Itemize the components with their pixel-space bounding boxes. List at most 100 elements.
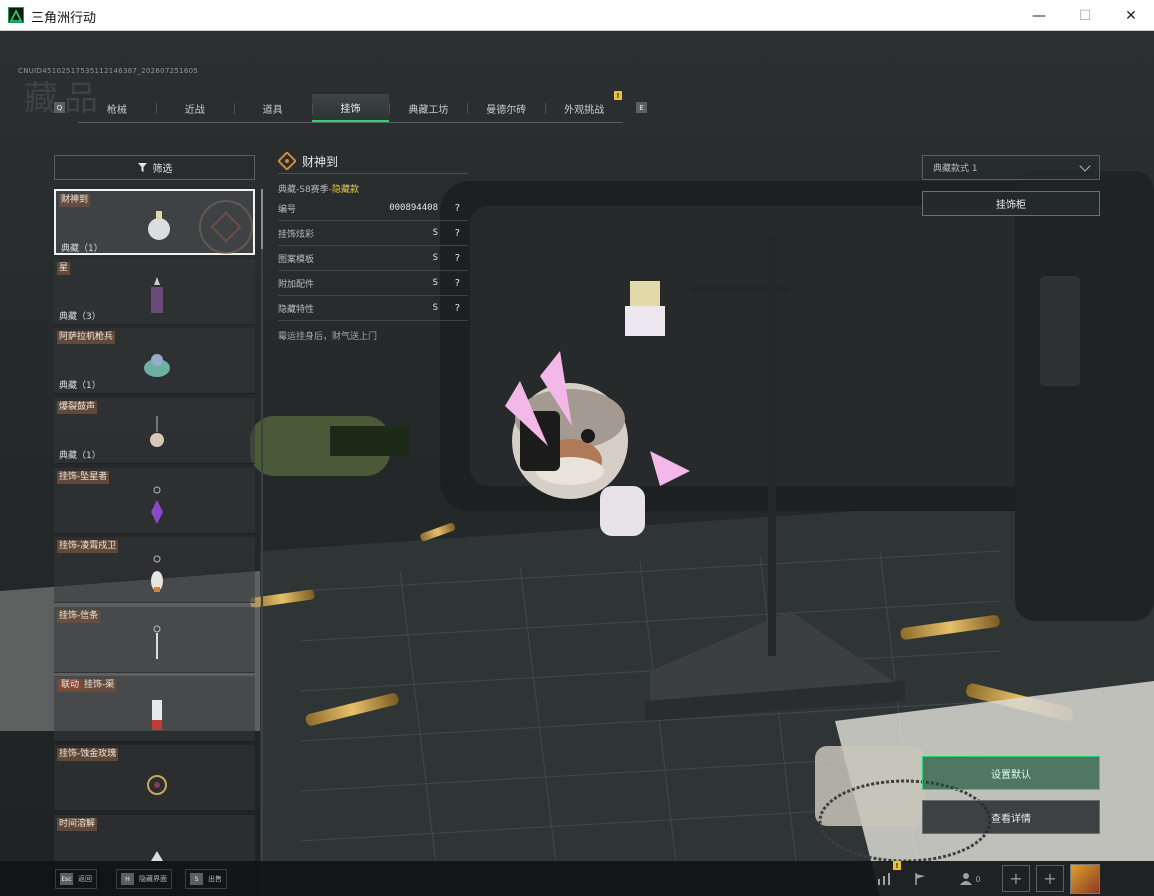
list-scrollbar[interactable]: [261, 189, 263, 866]
subtitle-prefix: 典藏-S8赛季-: [278, 185, 332, 195]
item-name: 财神到: [59, 194, 91, 207]
row-value: S: [432, 303, 438, 313]
item-name: 挂饰-凌霄戍卫: [57, 540, 119, 553]
row-value: S: [432, 228, 438, 238]
prev-tab-key[interactable]: Q: [54, 102, 65, 113]
tab-workshop[interactable]: 典藏工坊: [389, 94, 467, 122]
tab-label: 曼德尔砖: [486, 104, 527, 116]
item-count: 典藏（3）: [59, 312, 101, 322]
stats-icon[interactable]: [874, 870, 894, 888]
avatar[interactable]: [1070, 864, 1100, 894]
item-name: 阿萨拉机枪兵: [57, 331, 116, 344]
charm-thumbnail: [151, 486, 163, 524]
item-count: 典藏（1）: [59, 381, 101, 391]
charm-thumbnail: [147, 775, 167, 795]
item-count: 典藏（1）: [61, 244, 103, 254]
set-default-button[interactable]: 设置默认: [922, 756, 1100, 790]
list-item[interactable]: 爆裂鼓声 典藏（1）: [54, 398, 255, 464]
detail-row-serial: 编号 000894408?: [278, 196, 468, 221]
detail-row-pattern: 图案模板 S?: [278, 246, 468, 271]
tab-label: 近战: [184, 104, 205, 116]
tab-mandel-brick[interactable]: 曼德尔砖: [467, 94, 545, 122]
help-icon[interactable]: ?: [455, 228, 460, 239]
minimize-icon: —: [1032, 7, 1046, 24]
tab-guns[interactable]: 枪械: [78, 94, 156, 122]
item-count: 典藏（1）: [59, 451, 101, 461]
charm-diamond-icon: [278, 152, 296, 170]
filter-button[interactable]: 筛选: [54, 155, 255, 180]
collab-tag: 联动: [59, 680, 82, 690]
team-slot-add-button[interactable]: +: [1036, 865, 1064, 892]
item-name: 联动 挂饰-渠: [57, 679, 117, 692]
sell-hint[interactable]: S 出售: [185, 869, 227, 889]
list-item[interactable]: 挂饰-凌霄戍卫: [54, 537, 255, 603]
close-button[interactable]: ✕: [1108, 0, 1154, 31]
maximize-icon: ☐: [1078, 7, 1092, 24]
detail-row-attachment: 附加配件 S?: [278, 271, 468, 296]
list-item[interactable]: 星 典藏（3）: [54, 259, 255, 325]
list-item[interactable]: 阿萨拉机枪兵 典藏（1）: [54, 328, 255, 394]
team-slot-add-button[interactable]: +: [1002, 865, 1030, 892]
help-icon[interactable]: ?: [455, 203, 460, 214]
window-title: 三角洲行动: [31, 11, 97, 26]
charm-thumbnail: [144, 354, 170, 377]
bottom-bar: Esc 返回 H 隐藏界面 S 出售 ! 0 + +: [0, 861, 1154, 896]
charm-thumbnail: [151, 277, 163, 313]
app-logo-icon: [8, 7, 24, 23]
hide-ui-hint[interactable]: H 隐藏界面: [116, 869, 172, 889]
hint-label: 返回: [78, 875, 92, 883]
s-key: S: [190, 873, 203, 885]
help-icon[interactable]: ?: [455, 253, 460, 264]
tab-label: 外观挑战: [564, 104, 605, 116]
friends-icon[interactable]: 0: [955, 870, 985, 888]
chevron-down-icon: [1079, 160, 1091, 172]
list-item[interactable]: 挂饰-蚀金玫瑰: [54, 745, 255, 811]
list-item[interactable]: 联动 挂饰-渠: [54, 676, 255, 742]
next-tab-key[interactable]: E: [636, 102, 647, 113]
tab-label: 枪械: [106, 104, 127, 116]
charm-cabinet-button[interactable]: 挂饰柜: [922, 191, 1100, 216]
esc-key: Esc: [60, 873, 73, 885]
challenge-notice-badge: !: [614, 91, 622, 100]
rarity-label: 隐藏款: [331, 185, 359, 195]
filter-icon: [137, 163, 147, 172]
hint-label: 出售: [208, 875, 222, 883]
tab-charms[interactable]: 挂饰: [311, 94, 390, 122]
charm-thumbnail: [148, 211, 170, 240]
maximize-button[interactable]: ☐: [1062, 0, 1108, 31]
view-details-button[interactable]: 查看详情: [922, 800, 1100, 834]
charm-thumbnail: [153, 625, 161, 659]
item-name: 挂饰-蚀金玫瑰: [57, 748, 119, 761]
flag-icon[interactable]: [910, 870, 930, 888]
row-value: 000894408: [389, 203, 438, 213]
details-title: 财神到: [302, 154, 339, 169]
style-select[interactable]: 典藏款式 1: [922, 155, 1100, 180]
help-icon[interactable]: ?: [455, 303, 460, 314]
row-value: S: [432, 278, 438, 288]
tab-items[interactable]: 道具: [233, 94, 312, 122]
tab-label: 典藏工坊: [408, 104, 449, 116]
filter-label: 筛选: [152, 164, 173, 175]
list-item[interactable]: 财神到 典藏（1）: [54, 189, 255, 255]
close-icon: ✕: [1125, 7, 1137, 24]
minimize-button[interactable]: —: [1016, 0, 1062, 31]
help-icon[interactable]: ?: [455, 278, 460, 289]
stats-notice-badge: !: [893, 861, 901, 870]
details-header: 财神到: [278, 149, 468, 174]
list-item[interactable]: 挂饰-坠星者: [54, 468, 255, 534]
style-select-value: 典藏款式 1: [933, 164, 978, 174]
tab-appearance-challenge[interactable]: 外观挑战: [545, 94, 623, 122]
scrollbar-thumb[interactable]: [261, 189, 263, 249]
list-item[interactable]: 挂饰-信条: [54, 607, 255, 673]
charm-details-panel: 财神到 典藏-S8赛季-隐藏款 编号 000894408? 挂饰炫彩 S? 图案模板…: [278, 149, 468, 342]
details-description: 霉运挂身后，财气送上门: [278, 332, 378, 342]
tab-label: 挂饰: [340, 103, 361, 115]
plus-icon: +: [1009, 869, 1023, 888]
details-subtitle: 典藏-S8赛季-隐藏款: [278, 182, 468, 196]
detail-row-color: 挂饰炫彩 S?: [278, 221, 468, 246]
list-item[interactable]: 时间溶解: [54, 815, 255, 866]
charm-list: 财神到 典藏（1） 星 典藏（3） 阿萨拉机枪兵 典藏（1） 爆裂鼓声 典藏（1…: [54, 189, 255, 866]
row-value: S: [432, 253, 438, 263]
tab-melee[interactable]: 近战: [155, 94, 234, 122]
back-hint[interactable]: Esc 返回: [55, 869, 97, 889]
